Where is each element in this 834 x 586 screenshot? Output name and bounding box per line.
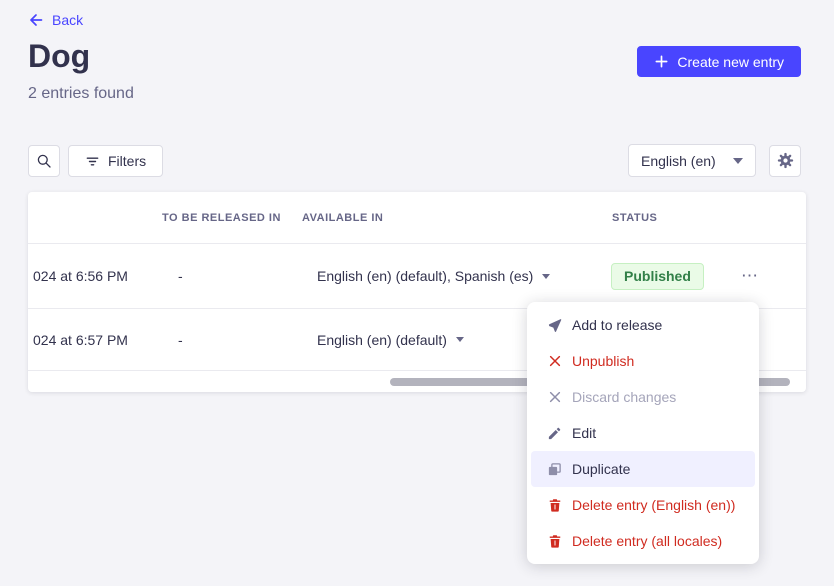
duplicate-icon — [547, 462, 562, 477]
status-badge: Published — [611, 263, 704, 290]
to-be-released-in-cell: - — [178, 309, 183, 370]
back-link[interactable]: Back — [28, 12, 83, 28]
filter-icon — [85, 154, 100, 169]
chevron-down-icon — [733, 158, 743, 164]
trash-icon — [547, 498, 562, 513]
cross-icon — [547, 390, 562, 405]
page-title: Dog — [28, 38, 90, 75]
menu-item-label: Unpublish — [572, 353, 634, 369]
available-in-value: English (en) (default) — [317, 332, 447, 348]
create-new-entry-button[interactable]: Create new entry — [637, 46, 801, 77]
menu-item-label: Duplicate — [572, 461, 630, 477]
menu-item-add-to-release[interactable]: Add to release — [531, 307, 755, 343]
gear-icon — [777, 152, 794, 169]
available-in-cell: English (en) (default) — [317, 309, 464, 370]
menu-item-duplicate[interactable]: Duplicate — [531, 451, 755, 487]
menu-item-unpublish[interactable]: Unpublish — [531, 343, 755, 379]
chevron-down-icon[interactable] — [456, 337, 464, 342]
column-header-to-be-released-in: TO BE RELEASED IN — [162, 192, 281, 244]
back-label: Back — [52, 12, 83, 28]
status-cell: Published — [611, 244, 704, 308]
menu-item-label: Delete entry (English (en)) — [572, 497, 735, 513]
cross-icon — [547, 354, 562, 369]
available-in-cell: English (en) (default), Spanish (es) — [317, 244, 550, 308]
column-header-status: STATUS — [612, 192, 657, 244]
toolbar-left: Filters — [28, 145, 163, 177]
row-actions-menu: Add to release Unpublish Discard changes… — [527, 302, 759, 564]
menu-item-delete-entry-all-locales[interactable]: Delete entry (all locales) — [531, 523, 755, 559]
updated-at-cell: 024 at 6:56 PM — [33, 244, 128, 308]
menu-item-delete-entry-english[interactable]: Delete entry (English (en)) — [531, 487, 755, 523]
menu-item-label: Discard changes — [572, 389, 676, 405]
locale-select-value: English (en) — [641, 153, 716, 169]
chevron-down-icon[interactable] — [542, 274, 550, 279]
menu-item-label: Edit — [572, 425, 596, 441]
available-in-value: English (en) (default), Spanish (es) — [317, 268, 533, 284]
paper-plane-icon — [547, 318, 562, 333]
column-header-available-in: AVAILABLE IN — [302, 192, 383, 244]
search-icon — [36, 153, 52, 169]
create-button-label: Create new entry — [677, 54, 784, 70]
search-button[interactable] — [28, 145, 60, 177]
menu-item-discard-changes: Discard changes — [531, 379, 755, 415]
row-actions-button[interactable]: ⋯ — [741, 266, 759, 286]
plus-icon — [654, 54, 669, 69]
trash-icon — [547, 534, 562, 549]
filters-label: Filters — [108, 153, 146, 169]
settings-button[interactable] — [769, 145, 801, 177]
filters-button[interactable]: Filters — [68, 145, 163, 177]
locale-select[interactable]: English (en) — [628, 144, 756, 177]
pencil-icon — [547, 426, 562, 441]
menu-item-edit[interactable]: Edit — [531, 415, 755, 451]
menu-item-label: Delete entry (all locales) — [572, 533, 722, 549]
content-manager-page: { "colors": { "accent": "#4945ff", "dang… — [0, 0, 834, 586]
menu-item-label: Add to release — [572, 317, 662, 333]
to-be-released-in-cell: - — [178, 244, 183, 308]
table-row[interactable]: 024 at 6:56 PM - English (en) (default),… — [28, 244, 806, 309]
entries-count: 2 entries found — [28, 85, 134, 103]
toolbar-right: English (en) — [628, 144, 801, 177]
arrow-left-icon — [28, 12, 44, 28]
table-header-row: TO BE RELEASED IN AVAILABLE IN STATUS — [28, 192, 806, 244]
updated-at-cell: 024 at 6:57 PM — [33, 309, 128, 370]
